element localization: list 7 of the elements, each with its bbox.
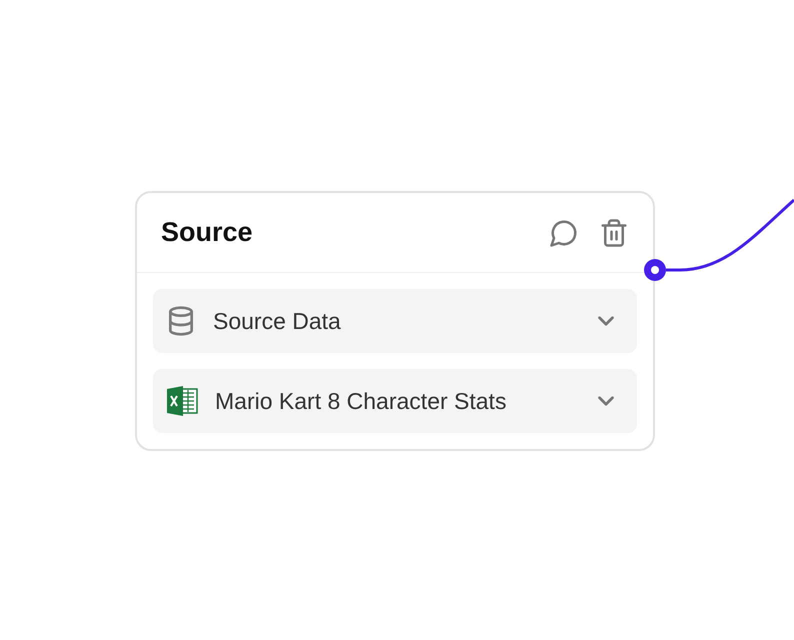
spreadsheet-icon — [165, 384, 199, 418]
trash-icon[interactable] — [599, 218, 629, 248]
dropdown-field[interactable]: Mario Kart 8 Character Stats — [153, 369, 637, 433]
connection-handle[interactable] — [644, 259, 666, 281]
node-title: Source — [161, 217, 253, 248]
dropdown-field[interactable]: Source Data — [153, 289, 637, 353]
comment-icon[interactable] — [549, 218, 579, 248]
